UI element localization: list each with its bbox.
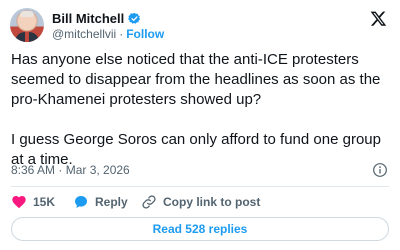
copy-link-label: Copy link to post <box>163 195 261 209</box>
reply-label: Reply <box>95 195 128 209</box>
handle-row: @mitchellvii · Follow <box>52 27 164 41</box>
x-logo-icon[interactable] <box>370 10 387 27</box>
reply-button[interactable]: Reply <box>73 194 141 210</box>
author-handle[interactable]: @mitchellvii <box>52 27 116 41</box>
post-paragraph: Has anyone else noticed that the anti-IC… <box>11 51 381 108</box>
follow-button[interactable]: Follow <box>126 27 164 41</box>
divider <box>11 186 389 187</box>
action-bar: 15K Reply Copy link to post <box>11 193 260 211</box>
post-timestamp[interactable]: 8:36 AM · Mar 3, 2026 <box>11 163 130 177</box>
avatar-tie <box>25 32 29 42</box>
heart-icon <box>12 196 26 209</box>
verified-badge-icon <box>128 12 141 24</box>
like-button[interactable]: 15K <box>11 194 73 210</box>
info-icon[interactable] <box>372 162 388 178</box>
author-name[interactable]: Bill Mitchell <box>52 11 124 26</box>
read-replies-button[interactable]: Read 528 replies <box>11 217 389 241</box>
separator-dot: · <box>119 27 124 41</box>
avatar-hair <box>20 11 34 17</box>
copy-link-button[interactable]: Copy link to post <box>141 194 260 210</box>
embedded-post-card: Bill Mitchell @mitchellvii · Follow Has … <box>0 0 400 250</box>
avatar[interactable] <box>10 8 44 42</box>
reply-bubble-icon <box>75 196 87 208</box>
like-count: 15K <box>33 195 56 209</box>
link-icon <box>142 195 156 209</box>
post-text: Has anyone else noticed that the anti-IC… <box>11 50 393 170</box>
author-name-row: Bill Mitchell <box>52 10 141 26</box>
